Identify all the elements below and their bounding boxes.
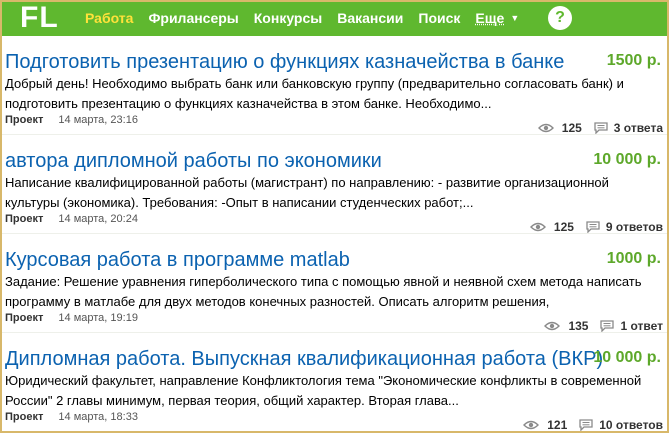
eye-icon	[537, 123, 554, 133]
nav-item-vacancies[interactable]: Вакансии	[337, 10, 403, 26]
views-count: 125	[561, 121, 582, 135]
nav-more-dropdown[interactable]: Еще ▼	[475, 10, 534, 26]
answers-link[interactable]: 3 ответа	[614, 121, 663, 135]
site-logo[interactable]: FL	[20, 0, 59, 36]
project-kind: Проект	[5, 312, 44, 324]
project-stats: 125 3 ответа	[537, 121, 663, 135]
project-date: 14 марта, 19:19	[58, 312, 138, 324]
nav-item-work[interactable]: Работа	[85, 10, 133, 26]
project-date: 14 марта, 23:16	[58, 114, 138, 126]
views-count: 125	[553, 220, 574, 234]
nav-more-label: Еще	[475, 10, 505, 26]
comment-icon	[579, 419, 593, 431]
project-card: Подготовить презентацию о функциях казна…	[0, 36, 669, 135]
project-kind: Проект	[5, 411, 44, 423]
answers-link[interactable]: 9 ответов	[606, 220, 663, 234]
main-menu: Работа Фрилансеры Конкурсы Вакансии Поис…	[85, 0, 549, 36]
project-title-link[interactable]: Подготовить презентацию о функциях казна…	[5, 50, 564, 74]
nav-item-contests[interactable]: Конкурсы	[254, 10, 322, 26]
answers-link[interactable]: 1 ответ	[620, 319, 663, 333]
views-count: 121	[547, 418, 568, 432]
project-kind: Проект	[5, 213, 44, 225]
project-title-link[interactable]: Дипломная работа. Выпускная квалификацио…	[5, 347, 603, 371]
project-card: Курсовая работа в программе matlab 1000 …	[0, 234, 669, 333]
project-card: автора дипломной работы по экономики 10 …	[0, 135, 669, 234]
project-price: 10 000 р.	[593, 151, 661, 168]
project-stats: 125 9 ответов	[529, 220, 663, 234]
comment-icon	[586, 221, 600, 233]
project-meta: Проект 14 марта, 23:16	[5, 114, 138, 126]
project-stats: 121 10 ответов	[523, 418, 663, 432]
project-description: Задание: Решение уравнения гиперболическ…	[5, 274, 642, 309]
nav-item-freelancers[interactable]: Фрилансеры	[148, 10, 238, 26]
project-description: Добрый день! Необходимо выбрать банк или…	[5, 76, 624, 111]
project-date: 14 марта, 18:33	[58, 411, 138, 423]
project-list: Подготовить презентацию о функциях казна…	[0, 36, 669, 432]
project-stats: 135 1 ответ	[544, 319, 663, 333]
nav-item-search[interactable]: Поиск	[418, 10, 460, 26]
top-navigation-bar: FL Работа Фрилансеры Конкурсы Вакансии П…	[0, 0, 669, 36]
project-kind: Проект	[5, 114, 44, 126]
project-title-link[interactable]: автора дипломной работы по экономики	[5, 149, 382, 173]
project-card: Дипломная работа. Выпускная квалификацио…	[0, 333, 669, 432]
project-price: 1500 р.	[606, 52, 661, 69]
help-button[interactable]: ?	[548, 6, 572, 30]
project-description: Юридический факультет, направление Конфл…	[5, 373, 642, 408]
project-price: 1000 р.	[606, 250, 661, 267]
project-date: 14 марта, 20:24	[58, 213, 138, 225]
project-meta: Проект 14 марта, 19:19	[5, 312, 138, 324]
project-description: Написание квалифицированной работы (маги…	[5, 175, 609, 210]
eye-icon	[544, 321, 561, 331]
project-title-link[interactable]: Курсовая работа в программе matlab	[5, 248, 350, 272]
comment-icon	[600, 320, 615, 332]
project-meta: Проект 14 марта, 20:24	[5, 213, 138, 225]
comment-icon	[594, 122, 608, 134]
project-price: 10 000 р.	[593, 349, 661, 366]
answers-link[interactable]: 10 ответов	[599, 418, 663, 432]
eye-icon	[523, 420, 540, 430]
project-meta: Проект 14 марта, 18:33	[5, 411, 138, 423]
eye-icon	[529, 222, 546, 232]
views-count: 135	[568, 319, 589, 333]
chevron-down-icon: ▼	[510, 13, 520, 23]
